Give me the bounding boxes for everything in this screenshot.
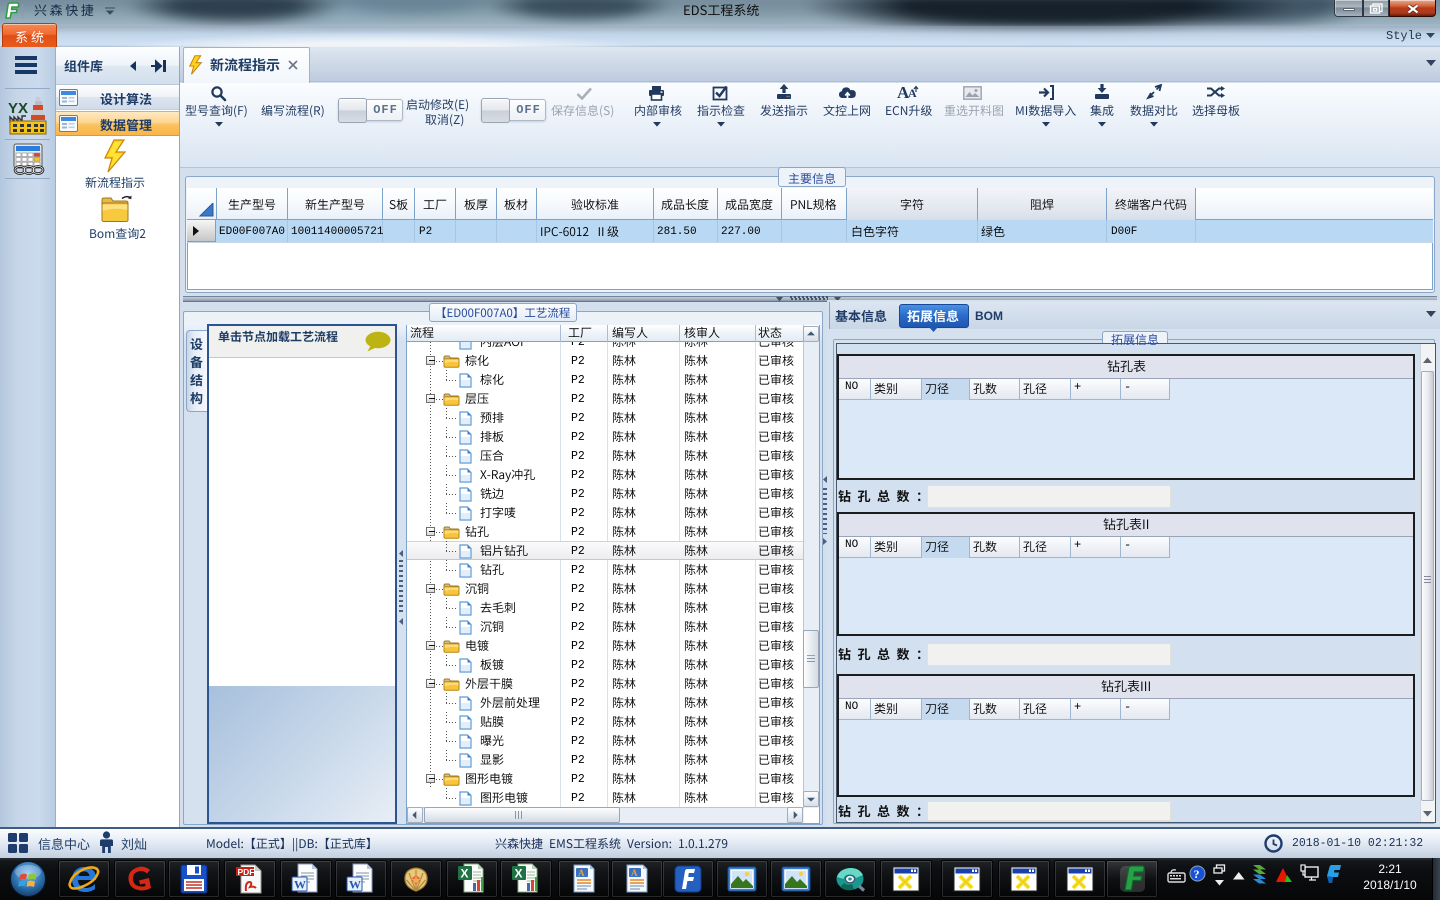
- svg-text:W: W: [294, 878, 306, 892]
- svg-text:A: A: [631, 868, 638, 878]
- svg-text:W: W: [349, 878, 361, 892]
- svg-text:A: A: [578, 868, 585, 878]
- svg-text:PDF: PDF: [238, 867, 255, 877]
- svg-text:?: ?: [1194, 867, 1200, 881]
- svg-text:X: X: [515, 867, 523, 881]
- svg-text:X: X: [461, 867, 469, 881]
- svg-text:YX: YX: [8, 100, 28, 117]
